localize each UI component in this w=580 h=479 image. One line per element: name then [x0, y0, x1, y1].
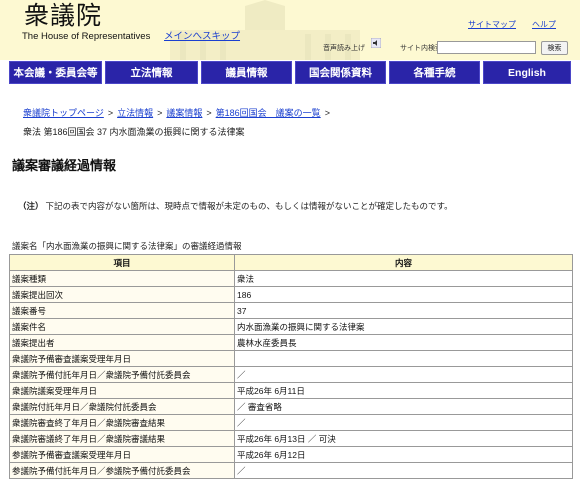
table-row: 議案提出者 農林水産委員長 [9, 334, 573, 351]
row-item-label: 衆議院予備付託年月日／衆議院予備付託委員会 [9, 366, 235, 383]
row-item-label: 参議院予備審査議案受理年月日 [9, 446, 235, 463]
row-item-label: 衆議院議案受理年月日 [9, 382, 235, 399]
table-row: 衆議院議案受理年月日 平成26年 6月11日 [9, 382, 573, 399]
table-caption: 議案名「内水面漁業の振興に関する法律案」の審議経過情報 [12, 241, 242, 251]
row-item-value: ／ [234, 414, 573, 431]
row-item-value: ／ [234, 366, 573, 383]
site-logo-subtitle: The House of Representatives [22, 31, 151, 42]
table-row: 衆議院審査終了年月日／衆議院審査結果／ [9, 414, 573, 431]
breadcrumb-separator: > [206, 108, 212, 118]
row-item-value: 186 [234, 286, 573, 303]
breadcrumb-link-bill-list[interactable]: 第186回国会 議案の一覧 [216, 108, 321, 118]
note-body: 下記の表で内容がない箇所は、現時点で情報が未定のもの、もしくは情報がないことが確… [45, 201, 453, 211]
table-row: 議案件名 内水面漁業の振興に関する法律案 [9, 318, 573, 335]
breadcrumb-current: 衆法 第186回国会 37 内水面漁業の振興に関する法律案 [23, 127, 245, 137]
row-item-value: 内水面漁業の振興に関する法律案 [234, 318, 573, 335]
breadcrumb-separator: > [324, 108, 330, 118]
breadcrumb-separator: > [157, 108, 163, 118]
row-item-label: 衆議院付託年月日／衆議院付託委員会 [9, 398, 235, 415]
speaker-icon[interactable] [371, 38, 381, 48]
sitemap-link[interactable]: サイトマップ [468, 19, 516, 30]
row-item-value: 平成26年 6月12日 [234, 446, 573, 463]
breadcrumb-link-legislation[interactable]: 立法情報 [117, 108, 153, 118]
row-item-label: 衆議院審議終了年月日／衆議院審議結果 [9, 430, 235, 447]
global-navigation: 本会議・委員会等 立法情報 議員情報 国会関係資料 各種手続 English [9, 61, 571, 84]
table-header-row: 項目 内容 [9, 254, 573, 271]
table-row: 議案提出回次 186 [9, 286, 573, 303]
site-search-label: サイト内検索 [400, 44, 442, 52]
row-item-value: 37 [234, 302, 573, 319]
row-item-value: ／ 審査省略 [234, 398, 573, 415]
page-title: 議案審議経過情報 [12, 158, 117, 173]
row-item-label: 議案提出者 [9, 334, 235, 351]
column-header-content: 内容 [234, 254, 573, 271]
breadcrumb-link-bills[interactable]: 議案情報 [166, 108, 202, 118]
note-label: （注） [18, 201, 44, 211]
row-item-label: 衆議院審査終了年月日／衆議院審査結果 [9, 414, 235, 431]
site-header: 衆議院 The House of Representatives メインへスキッ… [0, 0, 580, 60]
nav-english[interactable]: English [483, 61, 571, 84]
row-item-value [234, 350, 573, 367]
row-item-label: 参議院予備付託年月日／参議院予備付託委員会 [9, 462, 235, 479]
help-link[interactable]: ヘルプ [532, 19, 556, 30]
note-text: （注） 下記の表で内容がない箇所は、現時点で情報が未定のもの、もしくは情報がないこ… [18, 200, 453, 212]
row-item-value: ／ [234, 462, 573, 479]
nav-diet-materials[interactable]: 国会関係資料 [295, 61, 386, 84]
row-item-label: 議案提出回次 [9, 286, 235, 303]
table-row: 衆議院予備審査議案受理年月日 [9, 350, 573, 367]
row-item-value: 衆法 [234, 270, 573, 287]
nav-members[interactable]: 議員情報 [201, 61, 292, 84]
site-logo[interactable]: 衆議院 [24, 1, 102, 31]
nav-plenary-committees[interactable]: 本会議・委員会等 [9, 61, 102, 84]
site-search-button[interactable]: 検索 [541, 41, 568, 55]
row-item-label: 議案種類 [9, 270, 235, 287]
row-item-label: 衆議院予備審査議案受理年月日 [9, 350, 235, 367]
table-row: 議案番号 37 [9, 302, 573, 319]
site-search-input[interactable] [437, 41, 536, 54]
row-item-value: 平成26年 6月13日 ／ 可決 [234, 430, 573, 447]
audio-readout-label[interactable]: 音声読み上げ [323, 43, 365, 53]
table-row: 議案種類 衆法 [9, 270, 573, 287]
breadcrumb-separator: > [107, 108, 114, 118]
deliberation-progress-table: 項目 内容 議案種類 衆法 議案提出回次 186 議案番号 37 議案件名 内水面漁業の振興に… [9, 254, 573, 479]
table-row: 参議院予備付託年月日／参議院予備付託委員会／ [9, 462, 573, 479]
table-row: 参議院予備審査議案受理年月日 平成26年 6月12日 [9, 446, 573, 463]
nav-procedures[interactable]: 各種手続 [389, 61, 480, 84]
breadcrumb-link-top[interactable]: 衆議院トップページ [23, 108, 104, 118]
breadcrumb: 衆議院トップページ > 立法情報 > 議案情報 > 第186回国会 議案の一覧 > [23, 106, 334, 120]
nav-legislation[interactable]: 立法情報 [105, 61, 198, 84]
row-item-label: 議案番号 [9, 302, 235, 319]
table-row: 衆議院審議終了年月日／衆議院審議結果 平成26年 6月13日 ／ 可決 [9, 430, 573, 447]
table-body: 議案種類 衆法 議案提出回次 186 議案番号 37 議案件名 内水面漁業の振興に関する法律案… [9, 270, 573, 479]
column-header-item: 項目 [9, 254, 235, 271]
row-item-value: 農林水産委員長 [234, 334, 573, 351]
row-item-label: 議案件名 [9, 318, 235, 335]
table-row: 衆議院付託年月日／衆議院付託委員会／ 審査省略 [9, 398, 573, 415]
row-item-value: 平成26年 6月11日 [234, 382, 573, 399]
table-row: 衆議院予備付託年月日／衆議院予備付託委員会／ [9, 366, 573, 383]
skip-to-main-link[interactable]: メインへスキップ [164, 31, 240, 43]
